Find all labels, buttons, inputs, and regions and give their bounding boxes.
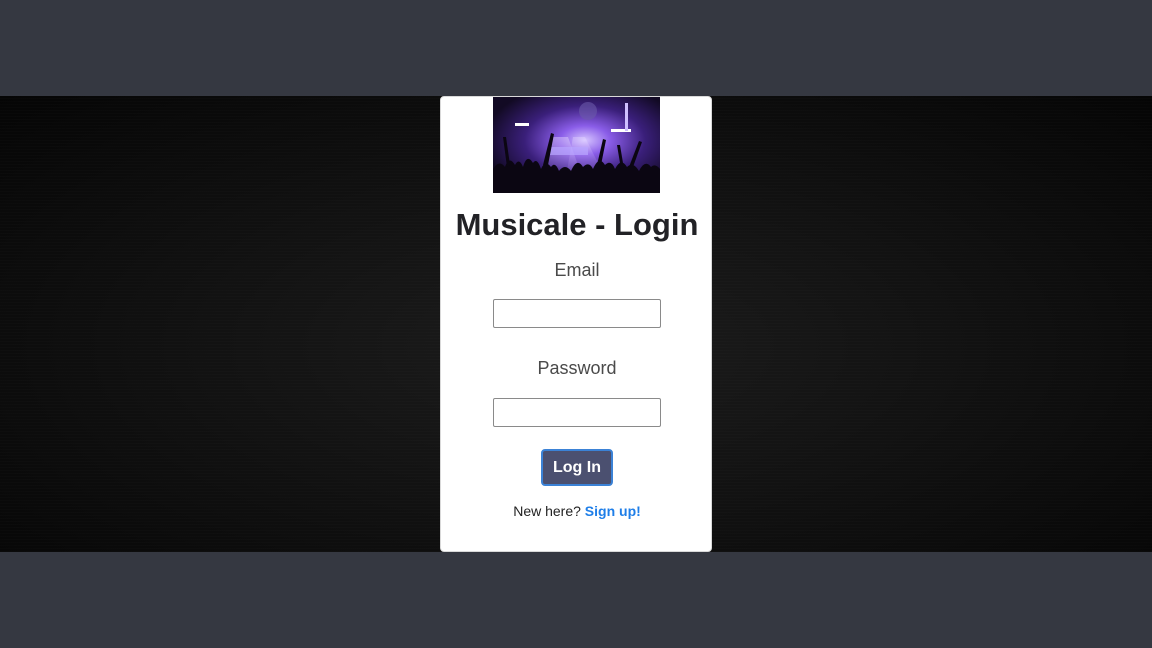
email-label: Email	[554, 260, 600, 280]
concert-crowd-image	[493, 97, 660, 193]
password-label: Password	[537, 358, 617, 378]
signup-link[interactable]: Sign up!	[585, 503, 641, 519]
bottom-band	[0, 552, 1152, 648]
top-band	[0, 0, 1152, 96]
signup-row: New here? Sign up!	[441, 503, 713, 519]
email-input[interactable]	[493, 299, 661, 328]
login-card: Musicale - Login Email Password Log In N…	[440, 96, 712, 552]
page-title: Musicale - Login	[455, 207, 699, 242]
login-button[interactable]: Log In	[541, 449, 613, 486]
signup-prompt: New here?	[513, 503, 581, 519]
password-input[interactable]	[493, 398, 661, 427]
